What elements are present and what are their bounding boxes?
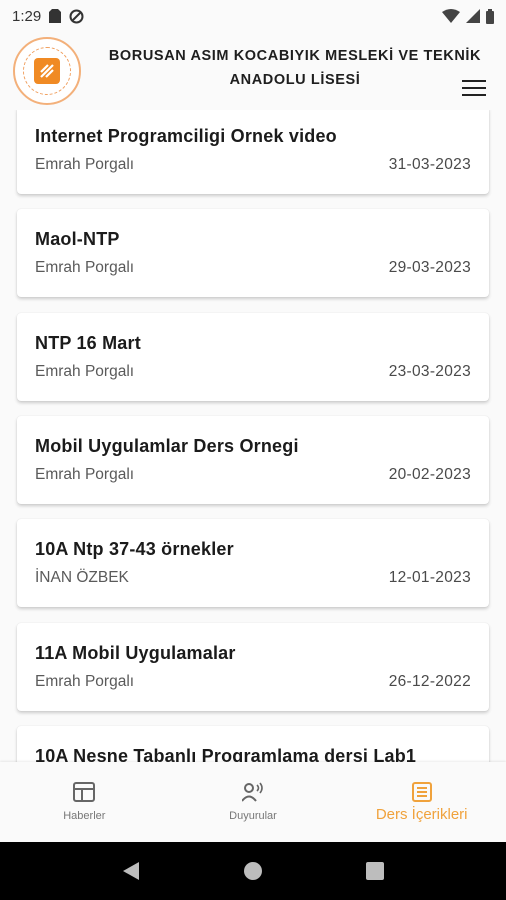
item-date: 23-03-2023 bbox=[388, 363, 471, 380]
nav-course-content[interactable]: Ders İçerikleri bbox=[337, 762, 506, 842]
nav-course-content-label: Ders İçerikleri bbox=[375, 805, 468, 823]
hamburger-menu-icon[interactable] bbox=[462, 80, 488, 100]
list-item[interactable]: 10A Nesne Tabanlı Programlama dersi Lab1 bbox=[17, 726, 489, 762]
home-icon[interactable] bbox=[243, 861, 263, 881]
status-time: 1:29 bbox=[12, 7, 42, 25]
data-saver-icon bbox=[69, 9, 84, 23]
recents-icon[interactable] bbox=[366, 862, 385, 880]
item-title: Internet Programciligi Ornek video bbox=[35, 126, 337, 146]
signal-icon bbox=[466, 9, 480, 23]
course-content-icon bbox=[411, 781, 432, 802]
sim-card-icon bbox=[49, 9, 62, 23]
item-date: 12-01-2023 bbox=[388, 569, 471, 586]
school-logo bbox=[13, 37, 81, 105]
wifi-icon bbox=[442, 9, 460, 23]
nav-news-label: Haberler bbox=[63, 810, 106, 822]
item-author: İNAN ÖZBEK bbox=[35, 569, 129, 586]
list-item[interactable]: 11A Mobil Uygulamalar Emrah Porgalı 26-1… bbox=[17, 623, 489, 711]
nav-announcements-label: Duyurular bbox=[229, 810, 277, 822]
item-author: Emrah Porgalı bbox=[35, 259, 135, 276]
list-item[interactable]: 10A Ntp 37-43 örnekler İNAN ÖZBEK 12-01-… bbox=[17, 519, 489, 607]
list-item[interactable]: Internet Programciligi Ornek video Emrah… bbox=[17, 110, 489, 194]
item-title: Mobil Uygulamlar Ders Ornegi bbox=[35, 436, 299, 456]
item-author: Emrah Porgalı bbox=[35, 673, 135, 690]
item-title: 10A Nesne Tabanlı Programlama dersi Lab1 bbox=[35, 746, 417, 762]
item-author: Emrah Porgalı bbox=[35, 156, 135, 173]
list-item[interactable]: NTP 16 Mart Emrah Porgalı 23-03-2023 bbox=[17, 313, 489, 401]
course-content-list: Internet Programciligi Ornek video Emrah… bbox=[0, 110, 506, 762]
school-name-line1: BORUSAN ASIM KOCABIYIK MESLEKİ VE TEKNİK bbox=[108, 48, 482, 64]
bottom-navigation: Haberler Duyurular Ders İçerikleri bbox=[0, 762, 506, 842]
app-header: BORUSAN ASIM KOCABIYIK MESLEKİ VE TEKNİK… bbox=[0, 32, 506, 110]
system-navigation-bar bbox=[0, 842, 506, 900]
status-bar: 1:29 bbox=[0, 0, 506, 32]
item-title: 11A Mobil Uygulamalar bbox=[35, 643, 236, 663]
item-author: Emrah Porgalı bbox=[35, 363, 135, 380]
item-date: 31-03-2023 bbox=[388, 156, 471, 173]
item-date: 29-03-2023 bbox=[388, 259, 471, 276]
nav-news[interactable]: Haberler bbox=[0, 762, 169, 842]
battery-icon bbox=[486, 8, 494, 24]
school-name-line2: ANADOLU LİSESİ bbox=[229, 72, 361, 88]
nav-announcements[interactable]: Duyurular bbox=[169, 762, 338, 842]
school-logo-icon bbox=[40, 64, 54, 78]
list-item[interactable]: Mobil Uygulamlar Ders Ornegi Emrah Porga… bbox=[17, 416, 489, 504]
item-title: NTP 16 Mart bbox=[35, 333, 141, 353]
list-item[interactable]: Maol-NTP Emrah Porgalı 29-03-2023 bbox=[17, 209, 489, 297]
back-icon[interactable] bbox=[122, 861, 140, 881]
item-date: 20-02-2023 bbox=[388, 466, 471, 483]
school-name: BORUSAN ASIM KOCABIYIK MESLEKİ VE TEKNİK… bbox=[92, 44, 498, 92]
item-title: Maol-NTP bbox=[35, 229, 120, 249]
item-date: 26-12-2022 bbox=[388, 673, 471, 690]
item-author: Emrah Porgalı bbox=[35, 466, 135, 483]
announcement-icon bbox=[242, 782, 263, 802]
item-title: 10A Ntp 37-43 örnekler bbox=[35, 539, 234, 559]
news-icon bbox=[73, 782, 96, 802]
